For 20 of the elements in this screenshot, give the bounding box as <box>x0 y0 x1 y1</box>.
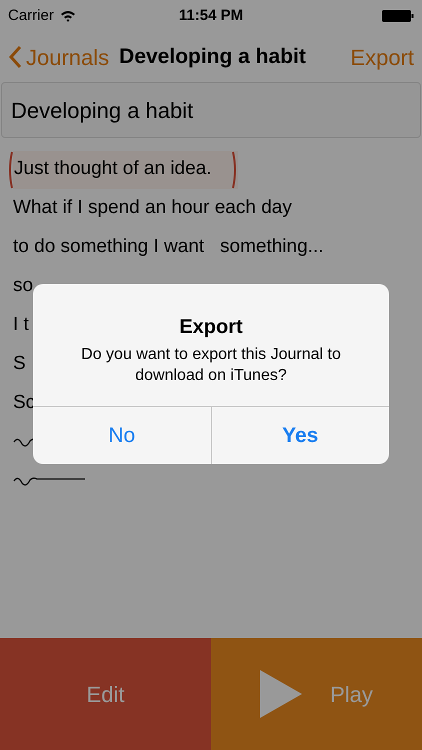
dialog-title: Export <box>179 315 243 340</box>
dialog-button[interactable]: Yes <box>210 407 389 464</box>
journal-line[interactable]: What if I spend an hour each day <box>13 194 292 223</box>
play-icon <box>260 670 302 718</box>
selection-bracket-icon <box>7 150 13 188</box>
journal-line[interactable]: so <box>13 272 34 301</box>
clock-time: 11:54 PM <box>178 6 244 26</box>
battery-icon <box>382 10 414 22</box>
journal-line[interactable]: I t <box>13 311 29 340</box>
chevron-left-icon <box>8 45 22 69</box>
journal-line[interactable]: S <box>13 350 26 379</box>
wifi-icon <box>60 10 76 22</box>
carrier-label: Carrier <box>8 6 54 26</box>
title-input[interactable]: Developing a habit <box>1 82 421 138</box>
journal-line[interactable]: to do something I want something... <box>13 233 324 262</box>
waveform-drawing <box>13 474 85 488</box>
dialog-message: Do you want to export this Journal to download on iTunes? <box>80 345 342 386</box>
dialog-button[interactable]: No <box>33 407 210 464</box>
nav-title: Developing a habit <box>119 44 306 70</box>
selection-bracket-icon <box>232 150 238 188</box>
